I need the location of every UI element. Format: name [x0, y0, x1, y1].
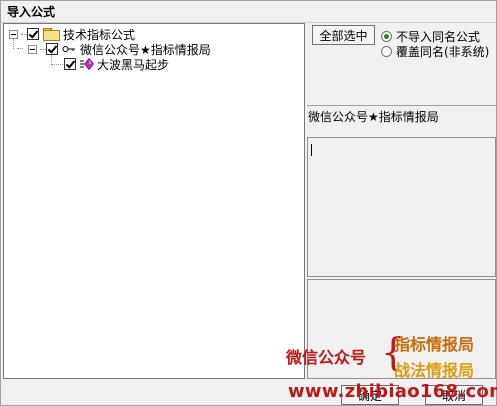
- window-title: 导入公式: [1, 1, 496, 23]
- key-icon: [62, 46, 75, 52]
- text-caret: [311, 144, 312, 156]
- select-all-button[interactable]: 全部选中: [312, 25, 375, 45]
- radio-selected-icon[interactable]: [381, 31, 392, 42]
- watermark-wechat-label: 微信公众号: [286, 348, 367, 367]
- radio-label: 覆盖同名(非系统): [396, 45, 490, 59]
- tree-node-leaf[interactable]: 大波黑马起步: [64, 56, 169, 72]
- watermark-tactics-bureau: 战法情报局: [394, 361, 475, 380]
- radio-overwrite[interactable]: 覆盖同名(非系统): [381, 43, 489, 60]
- collapse-toggle-icon[interactable]: [9, 29, 18, 39]
- tree-connector: [51, 64, 65, 65]
- import-formula-dialog: 导入公式 技术指标公式 微信公众号★指标情报局 大波黑马起步 全部选中 不导入同…: [0, 0, 497, 406]
- tree-node-label: 大波黑马起步: [97, 57, 170, 72]
- child-checkbox[interactable]: [46, 43, 58, 55]
- watermark-indicator-bureau: 指标情报局: [394, 335, 475, 354]
- radio-unselected-icon[interactable]: [381, 46, 392, 57]
- formula-gem-icon: [80, 58, 94, 70]
- formula-name-display: 微信公众号★指标情报局: [307, 105, 496, 135]
- leaf-checkbox[interactable]: [64, 58, 76, 70]
- formula-tree[interactable]: 技术指标公式 微信公众号★指标情报局 大波黑马起步: [3, 23, 305, 379]
- folder-icon: [43, 28, 60, 41]
- watermark-url: www.zhibiao168.com: [288, 381, 497, 402]
- formula-description-editor[interactable]: [307, 137, 496, 277]
- root-checkbox[interactable]: [27, 28, 39, 40]
- tree-connector: [17, 48, 23, 49]
- collapse-toggle-icon[interactable]: [28, 44, 37, 54]
